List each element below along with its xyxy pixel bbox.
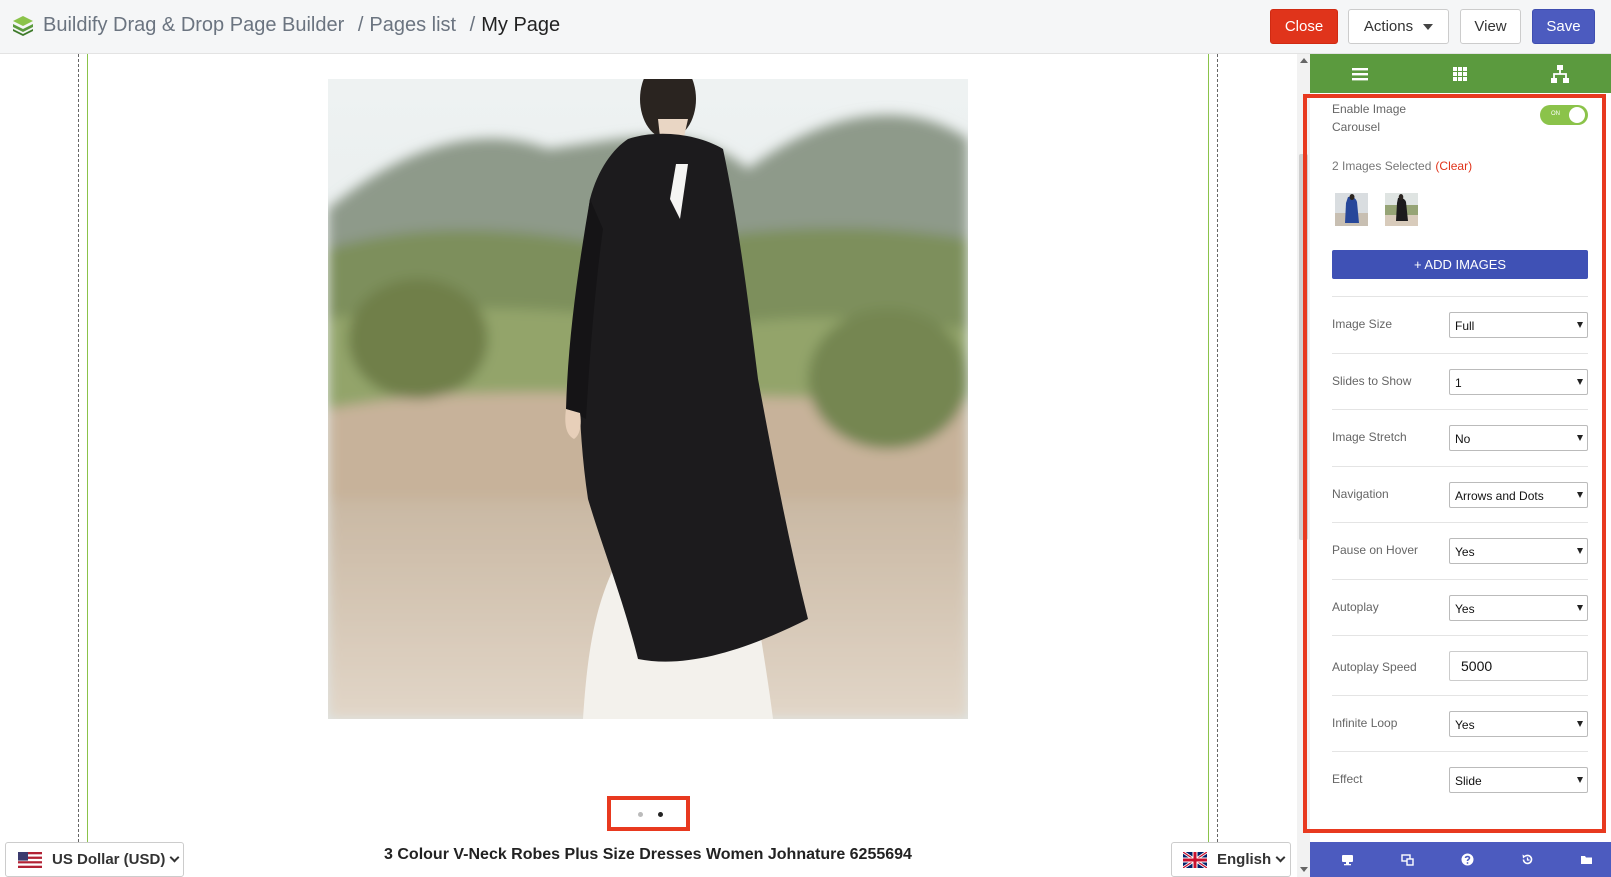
product-title: 3 Colour V-Neck Robes Plus Size Dresses … [384,846,912,863]
close-button[interactable]: Close [1270,9,1338,44]
us-flag-icon [18,851,42,868]
currency-selector[interactable]: US Dollar (USD) [5,842,184,877]
carousel-dot-active[interactable] [658,812,663,817]
actions-dropdown-button[interactable]: Actions [1348,9,1449,44]
top-bar: Buildify Drag & Drop Page Builder / Pages… [0,0,1611,54]
view-button-label: View [1474,18,1507,35]
history-icon[interactable] [1521,853,1534,866]
carousel-dot[interactable] [638,812,643,817]
page-canvas: 3 Colour V-Neck Robes Plus Size Dresses … [0,54,1297,877]
desktop-icon[interactable] [1341,853,1354,866]
close-button-label: Close [1284,18,1324,35]
carousel-photo [328,79,968,719]
container-guide-left [78,54,79,877]
chevron-down-icon [1275,852,1286,863]
section-guide-left [87,54,88,877]
breadcrumb-separator: / [469,14,476,36]
help-icon[interactable] [1461,853,1474,866]
language-selector[interactable]: English [1171,842,1291,877]
save-button[interactable]: Save [1532,9,1595,44]
scroll-down-icon[interactable] [1300,867,1308,872]
chevron-down-icon [169,852,180,863]
folder-icon[interactable] [1580,853,1593,866]
container-guide-right [1217,54,1218,877]
pages-list-link[interactable]: Pages list [369,14,456,37]
breadcrumb-separator: / [357,14,364,36]
actions-button-label: Actions [1363,18,1414,35]
buildify-logo-icon [13,16,33,36]
grid-icon[interactable] [1450,64,1470,84]
menu-icon[interactable] [1350,64,1370,84]
save-button-label: Save [1546,18,1581,35]
scroll-up-icon[interactable] [1300,58,1308,63]
caret-down-icon [1423,23,1434,30]
carousel-image[interactable] [328,79,968,719]
view-button[interactable]: View [1460,9,1521,44]
sitemap-icon[interactable] [1550,64,1570,84]
carousel-dots [607,796,690,831]
language-label: English [1217,851,1272,868]
page-title: My Page [481,14,561,36]
responsive-icon[interactable] [1401,853,1414,866]
app-title-link[interactable]: Buildify Drag & Drop Page Builder [43,14,344,37]
panel-tabs [1310,54,1611,93]
uk-flag-icon [1183,851,1207,868]
panel-footer-toolbar [1310,842,1611,877]
currency-label: US Dollar (USD) [52,851,166,868]
carousel-settings-highlight [1303,94,1606,833]
section-guide-right [1208,54,1209,877]
breadcrumb: Buildify Drag & Drop Page Builder / Pages… [43,14,560,37]
